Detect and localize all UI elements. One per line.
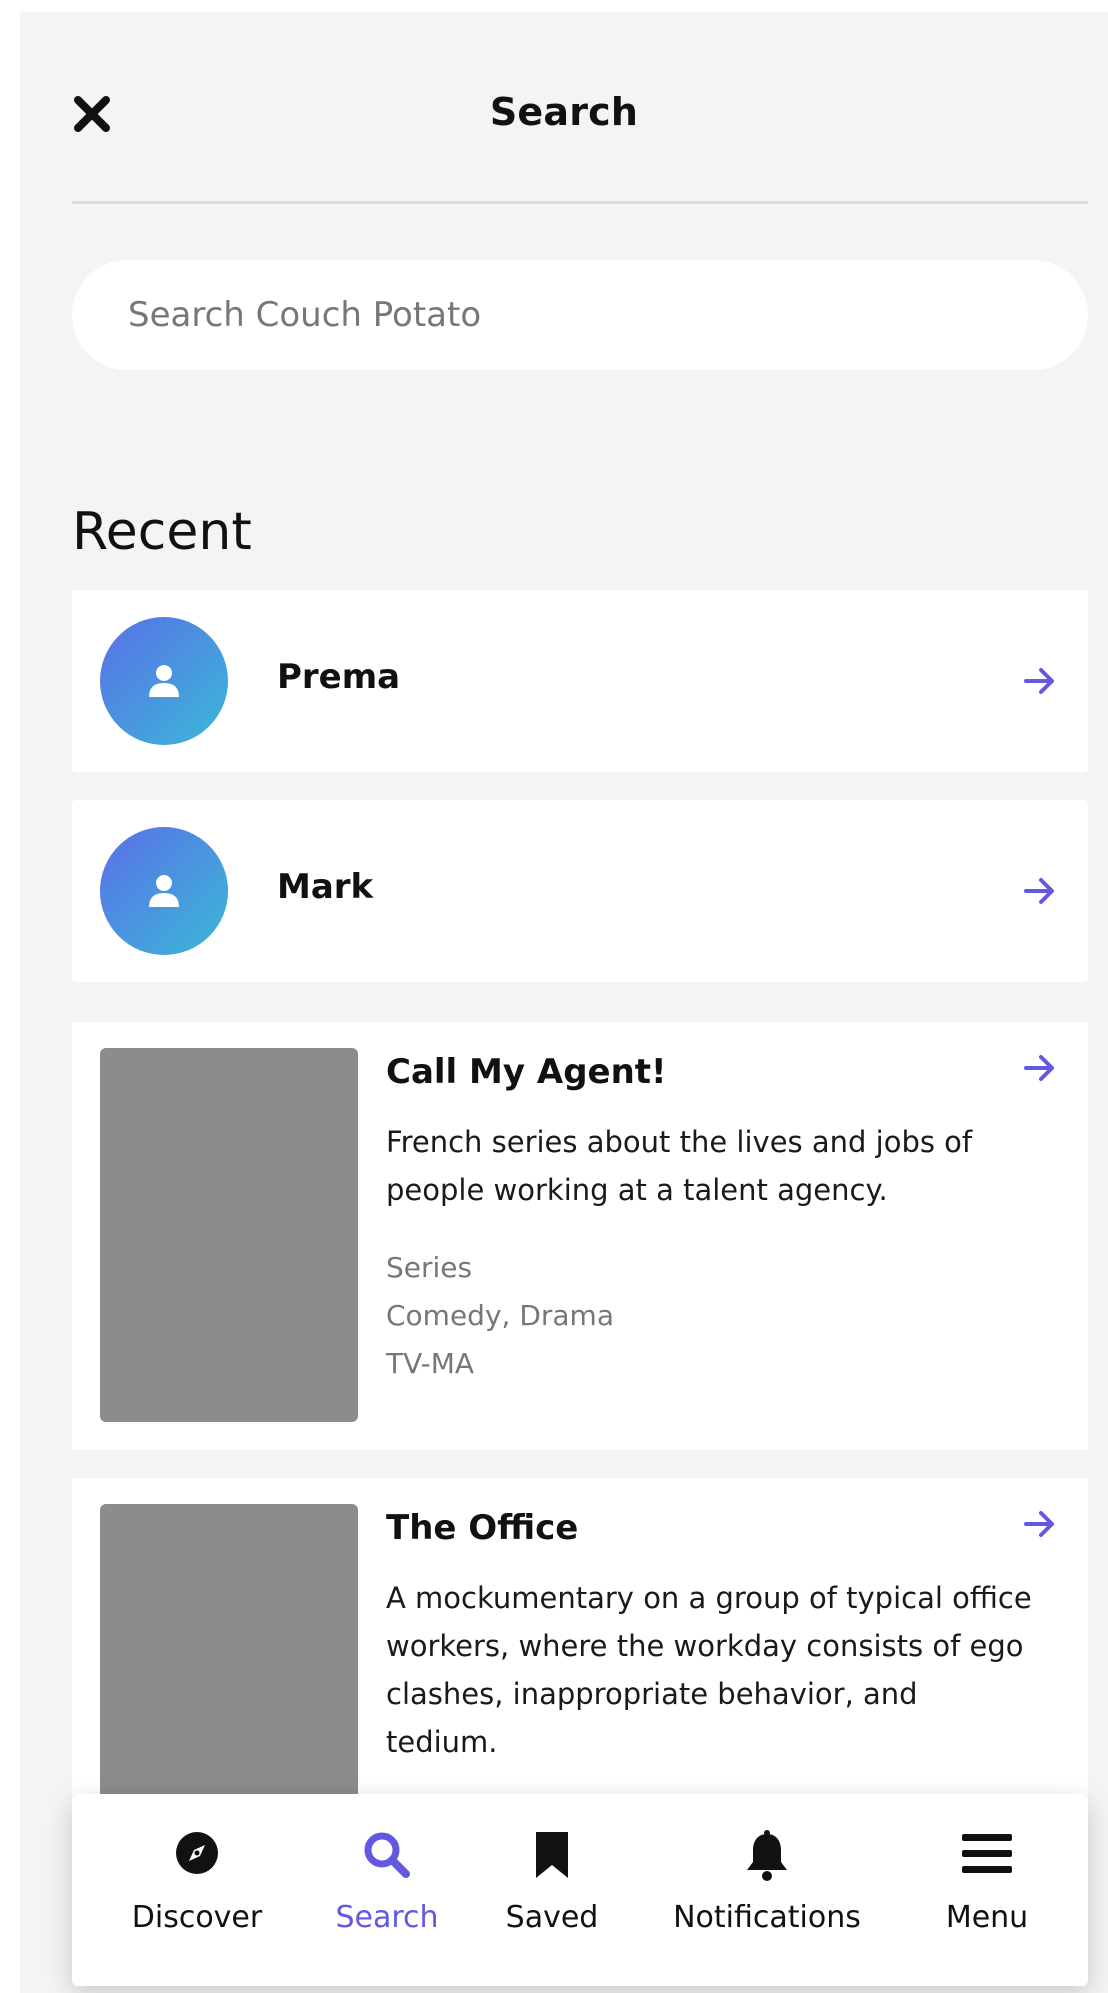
search-input[interactable] xyxy=(72,260,1088,370)
avatar xyxy=(100,827,228,955)
arrow-right-icon[interactable] xyxy=(1020,1048,1060,1088)
tab-saved[interactable]: Saved xyxy=(492,1794,612,1986)
show-type: Series xyxy=(386,1251,473,1284)
arrow-right-icon[interactable] xyxy=(1020,871,1060,911)
recent-person-item[interactable]: Mark xyxy=(72,800,1088,982)
tab-search[interactable]: Search xyxy=(312,1794,462,1986)
search-screen: Search Recent Prema Mark xyxy=(20,12,1108,1993)
arrow-right-icon[interactable] xyxy=(1020,661,1060,701)
tab-discover[interactable]: Discover xyxy=(112,1794,282,1986)
tab-label: Menu xyxy=(945,1900,1029,1935)
tab-notifications[interactable]: Notifications xyxy=(657,1794,877,1986)
bell-icon xyxy=(747,1830,787,1881)
header: Search xyxy=(20,12,1108,202)
person-name: Mark xyxy=(277,867,374,907)
tab-label: Discover xyxy=(131,1900,263,1935)
show-genres: Comedy, Drama xyxy=(386,1299,614,1332)
tab-label: Saved xyxy=(505,1900,599,1935)
header-divider xyxy=(72,201,1088,204)
show-rating: TV-MA xyxy=(386,1347,475,1380)
page-title: Search xyxy=(489,90,639,134)
recent-show-item[interactable]: Call My Agent! French series about the l… xyxy=(72,1022,1088,1450)
user-icon xyxy=(149,665,179,697)
menu-icon xyxy=(962,1834,1012,1873)
recent-heading: Recent xyxy=(72,502,252,562)
show-description: French series about the lives and jobs o… xyxy=(386,1125,973,1207)
tab-menu[interactable]: Menu xyxy=(922,1794,1052,1986)
bookmark-icon xyxy=(536,1832,568,1878)
show-description: A mockumentary on a group of typical off… xyxy=(386,1581,1032,1759)
arrow-right-icon[interactable] xyxy=(1020,1504,1060,1544)
show-title: The Office xyxy=(386,1508,579,1548)
recent-person-item[interactable]: Prema xyxy=(72,590,1088,772)
show-title: Call My Agent! xyxy=(386,1052,667,1092)
avatar xyxy=(100,617,228,745)
poster-image xyxy=(100,1048,358,1422)
tab-label: Search xyxy=(335,1900,439,1935)
tab-label: Notifications xyxy=(673,1900,861,1935)
bottom-tab-bar: Discover Search Saved Notifications Menu xyxy=(72,1794,1088,1986)
search-icon xyxy=(364,1832,410,1878)
user-icon xyxy=(149,875,179,907)
person-name: Prema xyxy=(277,657,401,697)
compass-icon xyxy=(176,1832,218,1874)
